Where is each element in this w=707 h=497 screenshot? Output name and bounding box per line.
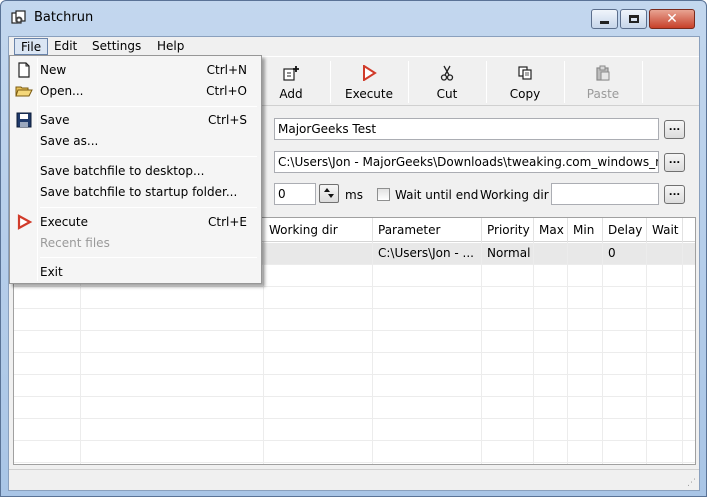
empty-row [14,309,695,331]
empty-row [14,441,695,463]
menu-item-save-batch-desktop[interactable]: Save batchfile to desktop... [12,161,259,182]
column-header-working-dir[interactable]: Working dir [264,218,373,242]
scissors-icon [440,65,454,81]
batchrun-app-icon [11,10,26,24]
working-dir-input[interactable] [551,183,659,205]
menu-settings[interactable]: Settings [86,38,147,55]
menu-separator [40,106,257,107]
menu-item-exit[interactable]: Exit [12,262,259,283]
menu-item-label: New [40,63,67,77]
paste-button[interactable]: Paste [565,59,641,105]
file-menu-dropdown: New Ctrl+N Open... Ctrl+O Save Ctrl+S Sa… [9,55,262,284]
cell-max [534,243,568,265]
add-button[interactable]: Add [253,59,329,105]
paste-label: Paste [586,87,620,101]
description-browse-button[interactable]: ... [664,120,685,139]
close-button[interactable]: ✕ [649,9,695,29]
empty-row [14,331,695,353]
menu-item-shortcut: Ctrl+O [206,84,247,98]
menu-separator [40,156,257,157]
cell-delay: 0 [603,243,647,265]
minimize-icon [600,21,609,24]
spin-updown-icon [324,188,334,198]
menu-item-label: Exit [40,265,63,279]
execute-icon [17,214,33,230]
menu-item-shortcut: Ctrl+S [207,113,247,127]
add-icon [283,66,299,81]
empty-row [14,375,695,397]
menu-bar: File Edit Settings Help [9,37,699,55]
empty-row [14,353,695,375]
cell-min [568,243,603,265]
menu-item-label: Open... [40,84,84,98]
empty-row [14,419,695,441]
maximize-icon [629,15,639,23]
cell-wait [647,243,683,265]
menu-item-save[interactable]: Save Ctrl+S [12,110,259,131]
copy-button[interactable]: Copy [487,59,563,105]
menu-item-open[interactable]: Open... Ctrl+O [12,81,259,102]
cut-button[interactable]: Cut [409,59,485,105]
new-file-icon [18,62,30,78]
menu-item-recent-files[interactable]: Recent files [12,233,259,254]
title-bar[interactable]: Batchrun ✕ [1,1,706,35]
empty-row [14,287,695,309]
menu-item-shortcut: Ctrl+E [208,215,247,229]
menu-help[interactable]: Help [151,38,190,55]
empty-row [14,397,695,419]
menu-item-new[interactable]: New Ctrl+N [12,60,259,81]
working-dir-browse-button[interactable]: ... [664,185,685,204]
add-label: Add [279,87,303,101]
minimize-button[interactable] [591,9,618,29]
menu-separator [40,257,257,258]
menu-item-label: Execute [40,215,88,229]
menu-item-save-as[interactable]: Save as... [12,131,259,152]
column-header-wait[interactable]: Wait [647,218,683,242]
menu-edit[interactable]: Edit [48,38,83,55]
description-input[interactable]: MajorGeeks Test [274,118,659,140]
toolbar-separator [642,61,643,103]
execute-button[interactable]: Execute [331,59,407,105]
menu-item-label: Save [40,113,70,127]
column-header-priority[interactable]: Priority [482,218,534,242]
open-folder-icon [15,86,33,97]
column-header-min[interactable]: Min [568,218,603,242]
app-window: Batchrun ✕ File Edit Settings Help Add E… [0,0,707,497]
menu-separator [40,207,257,208]
execute-label: Execute [345,87,393,101]
delay-unit-label: ms [345,188,363,202]
wait-until-end-checkbox[interactable] [377,188,390,201]
menu-item-label: Save batchfile to startup folder... [40,185,238,199]
delay-spinner[interactable] [319,184,339,203]
delay-input[interactable]: 0 [274,183,316,205]
copy-icon [518,66,532,80]
save-icon [16,112,32,128]
maximize-button[interactable] [620,9,647,29]
menu-item-execute[interactable]: Execute Ctrl+E [12,212,259,233]
column-header-delay[interactable]: Delay [603,218,647,242]
working-dir-label: Working dir [480,188,549,202]
cell-priority: Normal [482,243,534,265]
copy-label: Copy [509,87,541,101]
cell-parameter: C:\Users\Jon - ... [373,243,482,265]
resize-grip-icon[interactable]: ⋰ [687,478,696,488]
cell-working-dir [264,243,373,265]
column-header-max[interactable]: Max [534,218,568,242]
column-header-parameter[interactable]: Parameter [373,218,482,242]
menu-item-save-batch-startup[interactable]: Save batchfile to startup folder... [12,182,259,203]
menu-item-label: Recent files [40,236,110,250]
wait-until-end-label[interactable]: Wait until end [395,188,478,202]
menu-item-label: Save as... [40,134,99,148]
cut-label: Cut [436,87,458,101]
status-bar: ⋰ [9,469,699,490]
paste-icon [596,65,610,81]
close-icon: ✕ [666,11,678,27]
menu-file[interactable]: File [14,38,49,55]
window-title: Batchrun [34,10,94,25]
menu-item-shortcut: Ctrl+N [206,63,247,77]
file-path-input[interactable]: C:\Users\Jon - MajorGeeks\Downloads\twea… [274,151,659,173]
file-path-browse-button[interactable]: ... [664,153,685,172]
menu-item-label: Save batchfile to desktop... [40,164,205,178]
execute-icon [363,65,377,81]
